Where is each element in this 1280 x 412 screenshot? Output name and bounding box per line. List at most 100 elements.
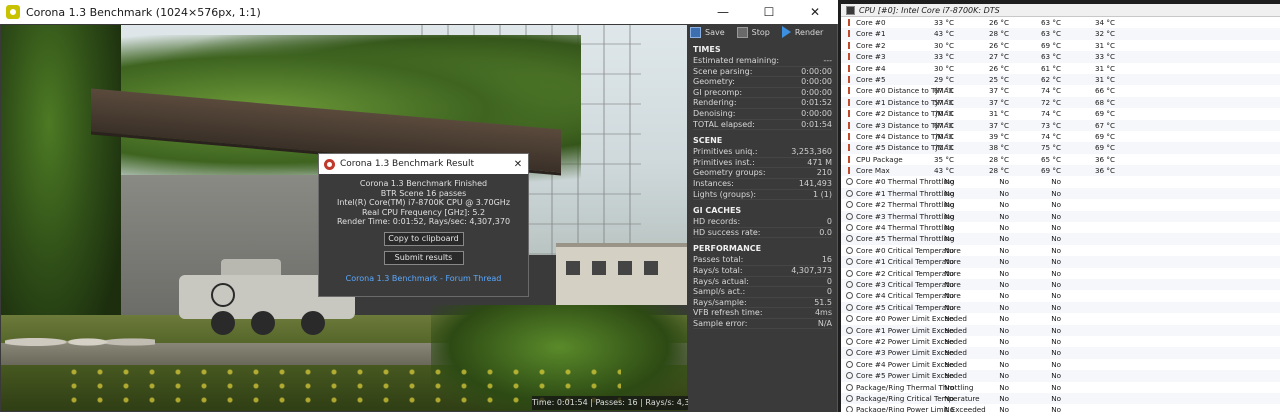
sensor-row[interactable]: Core Max 43 °C 28 °C 69 °C 36 °C — [841, 165, 1280, 177]
sensor-row[interactable]: Core #3 Thermal Throttling No No No — [841, 210, 1280, 223]
sensor-row[interactable]: Core #1 Distance to TjMAX 57 °C 37 °C 72 °C… — [841, 96, 1280, 109]
maximize-button[interactable]: ☐ — [746, 0, 792, 24]
sensor-row[interactable]: Core #5 Distance to TjMAX 71 °C 38 °C 75 °C… — [841, 142, 1280, 154]
sensor-minimum: 25 °C — [988, 74, 1009, 84]
render-label: Render — [794, 27, 824, 37]
vehicle-wheel — [301, 311, 325, 335]
sensor-row[interactable]: Core #5 29 °C 25 °C 62 °C 31 °C — [841, 73, 1280, 86]
sensor-minimum: No — [999, 348, 1009, 358]
sensor-row[interactable]: Core #0 Power Limit Exceeded No No No — [841, 313, 1280, 324]
sensor-row[interactable]: Core #3 Distance to TjMAX 67 °C 37 °C 73 °C… — [841, 119, 1280, 131]
close-button[interactable]: ✕ — [792, 0, 838, 24]
sensor-row[interactable]: Core #3 Critical Temperature No No No — [841, 278, 1280, 291]
sensor-row[interactable]: Core #1 Thermal Throttling No No No — [841, 187, 1280, 200]
sensor-row[interactable]: Core #2 30 °C 26 °C 69 °C 31 °C — [841, 40, 1280, 51]
sensor-average: 31 °C — [1094, 63, 1115, 73]
sensor-row[interactable]: Core #4 Distance to TjMAX 70 °C 39 °C 74 °C… — [841, 131, 1280, 142]
sensor-row[interactable]: Core #0 Distance to TjMAX 67 °C 37 °C 74 °C… — [841, 85, 1280, 96]
stat-row: VFB refresh time: 4ms — [693, 308, 832, 319]
sensor-row[interactable]: Core #5 Critical Temperature No No No — [841, 301, 1280, 314]
sensor-current: No — [944, 325, 954, 335]
sensor-row[interactable]: Core #2 Thermal Throttling No No No — [841, 199, 1280, 210]
stat-value: 3,253,360 — [791, 147, 832, 157]
sensor-maximum: 62 °C — [1040, 74, 1061, 84]
sensor-minimum: No — [999, 359, 1009, 369]
vehicle-wheel — [211, 311, 235, 335]
result-line: BTR Scene 16 passes — [380, 188, 467, 198]
stat-value: 0:01:52 — [801, 98, 832, 108]
sensor-row[interactable]: Core #4 Thermal Throttling No No No — [841, 222, 1280, 233]
status-circle-icon — [846, 303, 853, 311]
stat-row: Sample error: N/A — [693, 319, 832, 330]
sensor-current: No — [944, 291, 954, 301]
stat-label: Instances: — [693, 178, 734, 188]
sensor-maximum: 73 °C — [1040, 120, 1061, 130]
corona-titlebar[interactable]: Corona 1.3 Benchmark (1024×576px, 1:1) —… — [0, 0, 838, 24]
stat-label: VFB refresh time: — [693, 308, 763, 318]
sensor-maximum: No — [1051, 177, 1061, 187]
stat-value: 141,493 — [798, 178, 832, 188]
sensor-row[interactable]: Core #4 30 °C 26 °C 61 °C 31 °C — [841, 63, 1280, 74]
stat-row: Rendering: 0:01:52 — [693, 98, 832, 109]
sensor-average: 31 °C — [1094, 74, 1115, 84]
stop-icon — [736, 26, 748, 38]
sensor-row[interactable]: Core #4 Critical Temperature No No No — [841, 290, 1280, 301]
status-circle-icon — [846, 337, 853, 345]
minimize-button[interactable]: — — [700, 0, 746, 24]
sensor-row[interactable]: Core #4 Power Limit Exceeded No No No — [841, 359, 1280, 370]
status-circle-icon — [846, 189, 853, 197]
sensor-row[interactable]: Core #5 Power Limit Exceeded No No No — [841, 370, 1280, 382]
stat-row: Estimated remaining: --- — [693, 56, 832, 67]
stat-row: Geometry: 0:00:00 — [693, 77, 832, 88]
submit-results-button[interactable]: Submit results — [383, 250, 464, 265]
status-circle-icon — [846, 360, 853, 368]
sensor-row[interactable]: Package/Ring Power Limit Exceeded No No No — [841, 404, 1280, 412]
dialog-close-button[interactable]: ✕ — [508, 159, 528, 170]
sensor-minimum: 37 °C — [988, 86, 1009, 96]
sensor-row[interactable]: Core #0 Critical Temperature No No No — [841, 245, 1280, 256]
sensor-row[interactable]: Core #1 Critical Temperature No No No — [841, 256, 1280, 268]
stat-label: Estimated remaining: — [693, 56, 780, 65]
sensor-maximum: No — [1051, 257, 1061, 267]
sensor-maximum: No — [1051, 234, 1061, 244]
sensor-current: No — [944, 177, 954, 187]
thermometer-icon — [848, 121, 851, 129]
building-window — [566, 261, 580, 275]
sensor-row[interactable]: Core #0 Thermal Throttling No No No — [841, 176, 1280, 187]
sensor-row[interactable]: Core #2 Power Limit Exceeded No No No — [841, 336, 1280, 347]
sensor-current: No — [944, 188, 954, 198]
sensor-current: No — [944, 200, 954, 210]
sensor-label: Core #2 Thermal Throttling — [856, 200, 955, 210]
sensor-row[interactable]: Core #3 Power Limit Exceeded No No No — [841, 347, 1280, 359]
sensor-current: 57 °C — [933, 97, 954, 107]
sensor-row[interactable]: Core #1 Power Limit Exceeded No No No — [841, 324, 1280, 336]
thermometer-icon — [848, 132, 851, 140]
sensor-row[interactable]: CPU Package 35 °C 28 °C 65 °C 36 °C — [841, 154, 1280, 165]
stat-label: Scene parsing: — [693, 66, 753, 76]
sensor-row[interactable]: Core #0 33 °C 26 °C 63 °C 34 °C — [841, 17, 1280, 28]
corona-logo-icon — [324, 158, 335, 170]
sensor-minimum: No — [999, 188, 1009, 198]
hwinfo-sensors-window: CPU [#0]: Intel Core i7-8700K: DTS Core … — [841, 4, 1280, 412]
sensor-row[interactable]: Core #5 Thermal Throttling No No No — [841, 233, 1280, 245]
sensor-row[interactable]: Core #2 Critical Temperature No No No — [841, 268, 1280, 279]
sensor-row[interactable]: Core #2 Distance to TjMAX 70 °C 31 °C 74 °C… — [841, 108, 1280, 119]
sensor-row[interactable]: Core #3 33 °C 27 °C 63 °C 33 °C — [841, 51, 1280, 63]
sensor-group-title: CPU [#0]: Intel Core i7-8700K: DTS — [859, 5, 1000, 15]
copy-to-clipboard-button[interactable]: Copy to clipboard — [383, 231, 464, 246]
save-button[interactable]: Save — [688, 25, 735, 39]
sensor-minimum: 38 °C — [988, 143, 1009, 153]
sensor-label: Core #3 — [856, 52, 886, 62]
forum-thread-link[interactable]: Corona 1.3 Benchmark - Forum Thread — [319, 274, 528, 284]
dialog-titlebar[interactable]: Corona 1.3 Benchmark Result ✕ — [319, 154, 528, 174]
sensor-row[interactable]: Package/Ring Critical Temperature No No No — [841, 392, 1280, 405]
sensor-average: 66 °C — [1094, 86, 1115, 96]
sensor-maximum: No — [1051, 188, 1061, 198]
sensor-row[interactable]: Package/Ring Thermal Throttling No No No — [841, 382, 1280, 393]
sensor-minimum: 28 °C — [988, 29, 1009, 39]
sensor-group-header[interactable]: CPU [#0]: Intel Core i7-8700K: DTS — [841, 4, 1280, 17]
sensor-minimum: No — [999, 257, 1009, 267]
stop-button[interactable]: Stop — [735, 25, 780, 39]
sensor-row[interactable]: Core #1 43 °C 28 °C 63 °C 32 °C — [841, 28, 1280, 40]
render-button[interactable]: Render — [780, 25, 833, 39]
